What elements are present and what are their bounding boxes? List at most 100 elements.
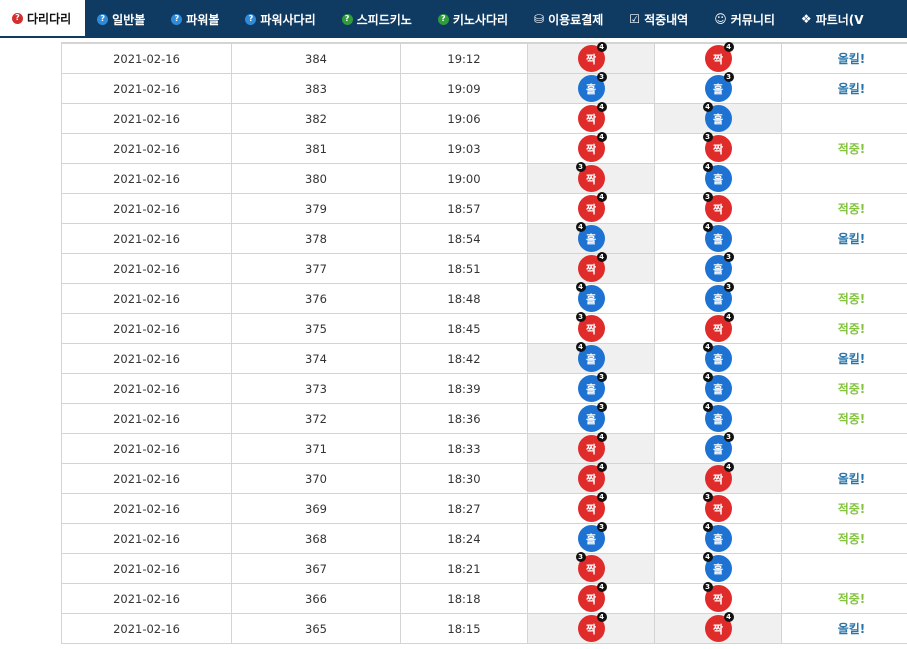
- pick-cell-left: 짝3: [527, 552, 655, 584]
- result-label: 적중!: [837, 322, 866, 336]
- table-row: 2021-02-16 365 18:15 짝 4 짝 4 올킬!: [61, 612, 907, 644]
- nav-item-0[interactable]: ? 다리다리: [0, 0, 86, 38]
- nav-item-3[interactable]: ? 파워사다리: [233, 0, 329, 38]
- result-label: 적중!: [837, 142, 866, 156]
- time-cell: 18:45: [400, 313, 528, 344]
- time-cell: 18:21: [400, 553, 528, 584]
- ball-label: 짝: [712, 472, 724, 486]
- ball-count-badge: 4: [596, 252, 607, 262]
- ball-label: 짝: [585, 562, 597, 576]
- result-cell: 적중!: [781, 193, 907, 224]
- pick-cell-right: 짝3: [654, 132, 782, 164]
- table-row: 2021-02-16 381 19:03 짝 4 짝 3 적중!: [61, 132, 907, 164]
- question-blue-icon: ?: [97, 13, 109, 25]
- ball-label: 짝: [585, 262, 597, 276]
- result-label: 올킬!: [837, 622, 866, 636]
- ball-count-badge: 4: [596, 612, 607, 622]
- ball-count-badge: 4: [702, 162, 713, 172]
- result-cell: [781, 103, 907, 134]
- round-cell: 380: [231, 163, 401, 194]
- ball-count-badge: 3: [723, 252, 734, 262]
- result-label: 올킬!: [837, 352, 866, 366]
- pick-cell-right: 짝4: [654, 462, 782, 494]
- time-cell: 18:18: [400, 583, 528, 614]
- round-cell: 376: [231, 283, 401, 314]
- table-row: 2021-02-16 369 18:27 짝 4 짝 3 적중!: [61, 492, 907, 524]
- ball-label: 홀: [712, 292, 724, 306]
- ball-count-badge: 4: [575, 222, 586, 232]
- time-cell: 18:51: [400, 253, 528, 284]
- even-ball: 짝3: [575, 162, 605, 192]
- nav-item-4[interactable]: ? 스피드키노: [330, 0, 426, 38]
- table-row: 2021-02-16 374 18:42 홀 4 홀 4 올킬!: [61, 342, 907, 374]
- round-cell: 384: [231, 43, 401, 74]
- ball-label: 홀: [712, 112, 724, 126]
- nav-item-6[interactable]: ⛁ 이용료결제: [522, 0, 617, 38]
- cubes-icon: ❖: [800, 12, 812, 26]
- pick-cell-right: 홀3: [654, 72, 782, 104]
- even-ball: 짝4: [577, 432, 607, 462]
- odd-ball: 홀3: [577, 522, 607, 552]
- result-cell: 올킬!: [781, 343, 907, 374]
- pick-cell-right: 짝4: [654, 42, 782, 74]
- result-label: 올킬!: [837, 232, 866, 246]
- ball-count-badge: 3: [702, 582, 713, 592]
- nav-item-9[interactable]: ❖ 파트너(V: [789, 0, 878, 38]
- date-cell: 2021-02-16: [61, 613, 232, 644]
- result-cell: 적중!: [781, 133, 907, 164]
- results-table-container[interactable]: 2021-02-16 384 19:12 짝 4 짝 4 올킬! 2021-02-16 383 19…: [61, 38, 907, 649]
- question-green-icon: ?: [437, 13, 449, 25]
- date-cell: 2021-02-16: [61, 343, 232, 374]
- ball-label: 짝: [585, 172, 597, 186]
- pick-cell-right: 홀3: [654, 432, 782, 464]
- pick-cell-right: 홀3: [654, 282, 782, 314]
- ball-label: 홀: [712, 532, 724, 546]
- nav-item-8[interactable]: ☺ 커뮤니티: [702, 0, 789, 38]
- result-label: 적중!: [837, 292, 866, 306]
- pick-cell-right: 짝3: [654, 492, 782, 524]
- ball-count-badge: 3: [596, 522, 607, 532]
- time-cell: 18:57: [400, 193, 528, 224]
- question-blue-icon: ?: [245, 13, 257, 25]
- time-cell: 18:54: [400, 223, 528, 254]
- table-row: 2021-02-16 368 18:24 홀 3 홀 4 적중!: [61, 522, 907, 554]
- result-cell: 적중!: [781, 283, 907, 314]
- result-cell: 올킬!: [781, 223, 907, 254]
- result-label: 적중!: [837, 502, 866, 516]
- date-cell: 2021-02-16: [61, 133, 232, 164]
- ball-count-badge: 4: [596, 102, 607, 112]
- even-ball: 짝3: [575, 312, 605, 342]
- result-label: 적중!: [837, 202, 866, 216]
- nav-item-2[interactable]: ? 파워볼: [159, 0, 233, 38]
- nav-item-7[interactable]: ☑ 적중내역: [617, 0, 702, 38]
- pick-cell-left: 홀4: [527, 342, 655, 374]
- table-row: 2021-02-16 382 19:06 짝 4 홀 4: [61, 102, 907, 134]
- top-nav: ? 다리다리? 일반볼? 파워볼? 파워사다리? 스피드키노? 키노사다리 ⛁ 이용료결제 ☑ 적중…: [0, 0, 907, 38]
- odd-ball: 홀3: [577, 402, 607, 432]
- table-row: 2021-02-16 366 18:18 짝 4 짝 3 적중!: [61, 582, 907, 614]
- even-ball: 짝3: [702, 132, 732, 162]
- result-label: 적중!: [837, 532, 866, 546]
- ball-count-badge: 4: [723, 612, 734, 622]
- pick-cell-left: 짝4: [527, 612, 655, 644]
- table-row: 2021-02-16 375 18:45 짝 3 짝 4 적중!: [61, 312, 907, 344]
- result-cell: 올킬!: [781, 463, 907, 494]
- result-label: 올킬!: [837, 52, 866, 66]
- ball-count-badge: 4: [596, 192, 607, 202]
- even-ball: 짝4: [577, 492, 607, 522]
- result-cell: 적중!: [781, 493, 907, 524]
- date-cell: 2021-02-16: [61, 163, 232, 194]
- table-row: 2021-02-16 371 18:33 짝 4 홀 3: [61, 432, 907, 464]
- table-row: 2021-02-16 379 18:57 짝 4 짝 3 적중!: [61, 192, 907, 224]
- round-cell: 372: [231, 403, 401, 434]
- nav-item-5[interactable]: ? 키노사다리: [426, 0, 522, 38]
- table-row: 2021-02-16 383 19:09 홀 3 홀 3 올킬!: [61, 72, 907, 104]
- ball-count-badge: 4: [596, 432, 607, 442]
- date-cell: 2021-02-16: [61, 193, 232, 224]
- date-cell: 2021-02-16: [61, 103, 232, 134]
- nav-item-label: 파트너(V: [815, 12, 864, 27]
- results-table: 2021-02-16 384 19:12 짝 4 짝 4 올킬! 2021-02-16 383 19…: [61, 42, 907, 644]
- nav-item-1[interactable]: ? 일반볼: [85, 0, 159, 38]
- pick-cell-left: 짝4: [527, 432, 655, 464]
- ball-label: 짝: [585, 502, 597, 516]
